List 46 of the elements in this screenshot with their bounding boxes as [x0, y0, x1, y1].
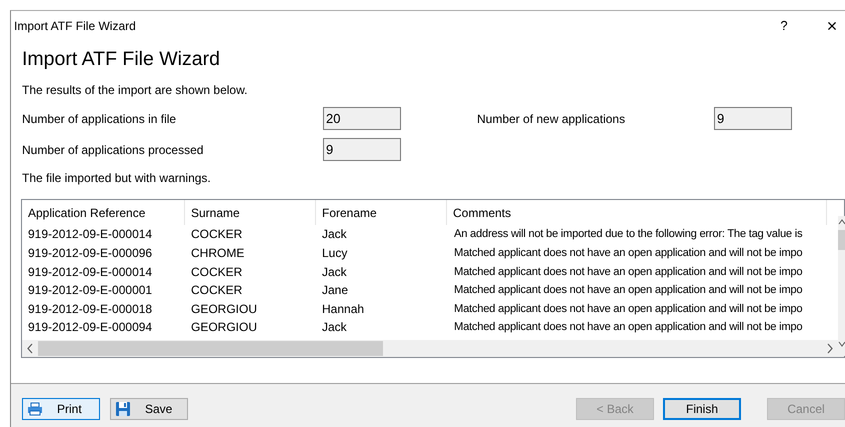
table-cell-text: Hannah	[321, 300, 366, 318]
table-cell-text: 919-2012-09-E-000014	[27, 264, 154, 281]
table-cell-text: Matched applicant does not have an open application and will not be impo	[453, 320, 804, 336]
column-header[interactable]: Forename	[316, 200, 447, 226]
table-cell-text: Matched applicant does not have an open application and will not be impo	[453, 283, 804, 298]
table-cell-text: An address will not be imported due to the following error: The tag value is	[453, 227, 804, 242]
column-header[interactable]: Comments	[447, 200, 827, 226]
wizard-heading: Import ATF File Wizard	[22, 48, 221, 72]
stat-label: Number of applications in file	[22, 110, 178, 128]
window-title: Import ATF File Wizard	[14, 18, 136, 34]
printer-icon	[27, 402, 43, 416]
stat-label: Number of applications processed	[22, 142, 204, 159]
table-cell-text: COCKER	[190, 264, 244, 281]
table-cell-text: Jane	[321, 282, 350, 300]
table-cell-text: CHROME	[190, 244, 246, 262]
table-cell-text: Matched applicant does not have an open application and will not be impo	[453, 264, 804, 280]
table-cell-text: Lucy	[321, 244, 348, 262]
table-cell-text: Matched applicant does not have an open application and will not be impo	[453, 302, 804, 317]
status-text: The file imported but with warnings.	[22, 170, 211, 188]
stat-field: 9	[714, 107, 792, 130]
table-cell-text: GEORGIOU	[190, 319, 258, 336]
table-cell-text: COCKER	[190, 226, 244, 244]
stat-field: 9	[323, 138, 401, 162]
table-cell-text: 919-2012-09-E-000014	[27, 226, 154, 244]
table-cell-text: Jack	[321, 319, 348, 336]
close-button[interactable]: ×	[821, 16, 843, 34]
horizontal-scrollbar[interactable]	[22, 340, 844, 358]
table-cell-text: 919-2012-09-E-000096	[27, 244, 154, 262]
table-cell-text: GEORGIOU	[190, 300, 258, 318]
table-cell-text: Jack	[321, 226, 348, 244]
help-button[interactable]: ?	[773, 16, 795, 36]
finish-button[interactable]: Finish	[663, 398, 741, 420]
save-button[interactable]: Save	[110, 398, 188, 420]
table-cell-text: 919-2012-09-E-000018	[27, 300, 154, 318]
column-header[interactable]: Application Reference	[22, 200, 185, 226]
table-cell-text: COCKER	[190, 282, 244, 300]
description-text: The results of the import are shown below.	[22, 82, 248, 100]
print-button[interactable]: Print	[22, 398, 100, 420]
column-header[interactable]: Surname	[185, 200, 316, 226]
table-cell-text: Matched applicant does not have an open application and will not be impo	[453, 246, 804, 261]
table-cell-text: 919-2012-09-E-000094	[27, 319, 154, 336]
stat-field: 20	[323, 107, 401, 130]
table-cell-text: 919-2012-09-E-000001	[27, 282, 154, 300]
table-cell-text: Jack	[321, 264, 348, 281]
vertical-scrollbar[interactable]	[838, 216, 845, 356]
stat-label: Number of new applications	[477, 110, 626, 128]
